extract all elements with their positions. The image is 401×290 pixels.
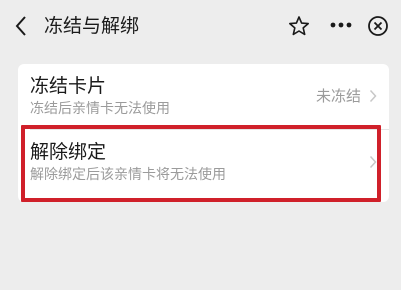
unbind-card-title: 解除绑定: [30, 141, 107, 163]
freeze-card-description: 冻结后亲情卡无法使用: [30, 101, 170, 117]
freeze-card-title: 冻结卡片: [30, 75, 107, 97]
chevron-right-icon: [369, 155, 377, 169]
card-actions-list: 冻结卡片 冻结后亲情卡无法使用 未冻结 解除绑定 解除绑定后该亲情卡将无法使用: [18, 64, 389, 202]
unbind-card-item[interactable]: 解除绑定 解除绑定后该亲情卡将无法使用: [18, 130, 389, 196]
chevron-right-icon: [369, 89, 377, 103]
close-circle-icon[interactable]: [367, 15, 389, 37]
more-dots-icon[interactable]: [329, 21, 353, 29]
freeze-status-label: 未冻结: [315, 87, 361, 105]
chevron-left-icon[interactable]: [14, 15, 28, 37]
freeze-card-item[interactable]: 冻结卡片 冻结后亲情卡无法使用 未冻结: [18, 64, 389, 130]
star-outline-icon[interactable]: [288, 15, 310, 37]
top-bar: 冻结与解绑: [0, 0, 401, 52]
page-title: 冻结与解绑: [44, 15, 140, 37]
unbind-card-description: 解除绑定后该亲情卡将无法使用: [30, 167, 226, 183]
